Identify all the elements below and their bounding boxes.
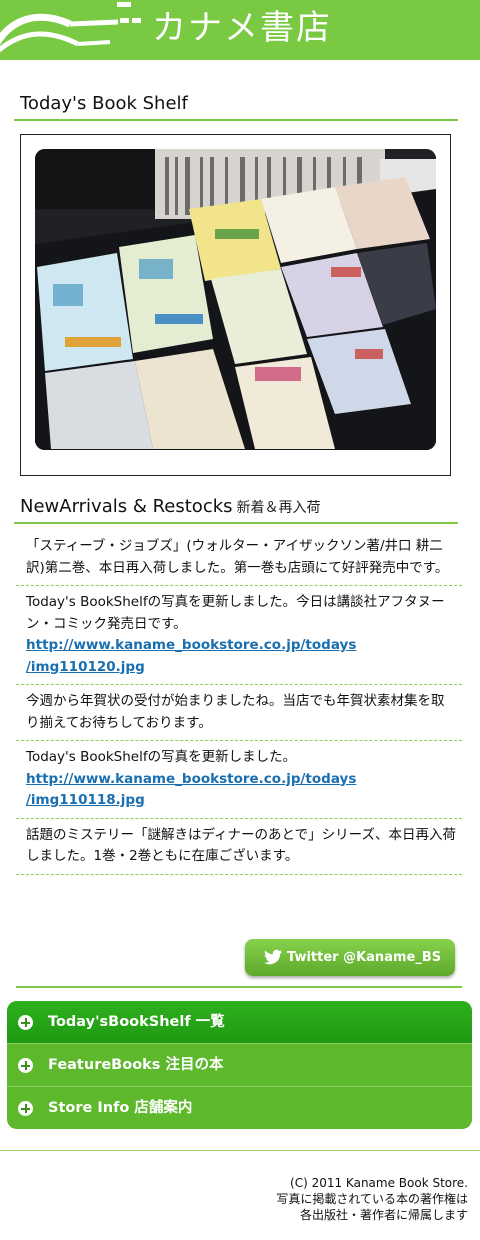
news-text: 「スティーブ・ジョブズ」(ウォルター・アイザックソン著/井口 耕二訳)第二巻、本… <box>26 538 449 576</box>
news-list: 「スティーブ・ジョブズ」(ウォルター・アイザックソン著/井口 耕二訳)第二巻、本… <box>16 530 462 875</box>
section-divider <box>16 986 462 988</box>
copyright-text: (C) 2011 Kaname Book Store. <box>290 1176 468 1190</box>
site-header: カナメ書店 <box>0 0 480 60</box>
news-item: Today's BookShelfの写真を更新しました。 http://www.… <box>16 741 462 819</box>
news-item: Today's BookShelfの写真を更新しました。今日は講談社アフタヌーン… <box>16 586 462 685</box>
nav-menu: Today'sBookShelf 一覧 FeatureBooks 注目の本 St… <box>7 1001 472 1129</box>
news-link[interactable]: http://www.kaname_bookstore.co.jp/todays… <box>26 771 356 809</box>
menu-item-todays-bookshelf[interactable]: Today'sBookShelf 一覧 <box>7 1001 472 1043</box>
menu-item-store-info[interactable]: Store Info 店舗案内 <box>7 1086 472 1128</box>
new-arrivals-heading: NewArrivals & Restocks 新着＆再入荷 <box>14 496 458 524</box>
news-text: 今週から年賀状の受付が始まりましたね。当店でも年賀状素材集を取り揃えてお待ちして… <box>26 693 445 731</box>
menu-item-label: Today'sBookShelf 一覧 <box>48 1014 225 1030</box>
news-text: Today's BookShelfの写真を更新しました。今日は講談社アフタヌーン… <box>26 594 445 632</box>
book-shelf-photo-frame <box>20 134 451 476</box>
new-arrivals-subtitle: 新着＆再入荷 <box>236 500 321 516</box>
news-item: 話題のミステリー「謎解きはディナーのあとで」シリーズ、本日再入荷しました。1巻・… <box>16 819 462 875</box>
copyright-note: 各出版社・著作者に帰属します <box>299 1208 468 1222</box>
menu-item-label: FeatureBooks 注目の本 <box>48 1057 224 1073</box>
twitter-button[interactable]: Twitter @Kaname_BS <box>245 939 455 976</box>
news-link[interactable]: http://www.kaname_bookstore.co.jp/todays… <box>26 637 356 675</box>
todays-shelf-heading: Today's Book Shelf <box>14 93 458 121</box>
plus-circle-icon <box>18 1101 33 1116</box>
footer: (C) 2011 Kaname Book Store. 写真に掲載されている本の… <box>276 1175 468 1223</box>
twitter-bird-icon <box>264 949 282 965</box>
footer-divider <box>0 1150 480 1151</box>
twitter-label: Twitter @Kaname_BS <box>287 950 442 965</box>
plus-circle-icon <box>18 1058 33 1073</box>
open-book-logo-icon <box>0 2 141 53</box>
store-name: カナメ書店 <box>152 8 332 48</box>
book-shelf-photo[interactable] <box>35 149 436 450</box>
new-arrivals-title: NewArrivals & Restocks <box>20 496 233 517</box>
news-text: Today's BookShelfの写真を更新しました。 <box>26 749 297 765</box>
menu-item-feature-books[interactable]: FeatureBooks 注目の本 <box>7 1043 472 1085</box>
news-item: 「スティーブ・ジョブズ」(ウォルター・アイザックソン著/井口 耕二訳)第二巻、本… <box>16 530 462 586</box>
todays-shelf-title: Today's Book Shelf <box>20 93 188 114</box>
menu-item-label: Store Info 店舗案内 <box>48 1100 193 1116</box>
book-shelf-photo-image <box>35 149 436 450</box>
copyright-note: 写真に掲載されている本の著作権は <box>276 1192 468 1206</box>
news-item: 今週から年賀状の受付が始まりましたね。当店でも年賀状素材集を取り揃えてお待ちして… <box>16 685 462 741</box>
news-text: 話題のミステリー「謎解きはディナーのあとで」シリーズ、本日再入荷しました。1巻・… <box>26 826 456 865</box>
plus-circle-icon <box>18 1015 33 1030</box>
